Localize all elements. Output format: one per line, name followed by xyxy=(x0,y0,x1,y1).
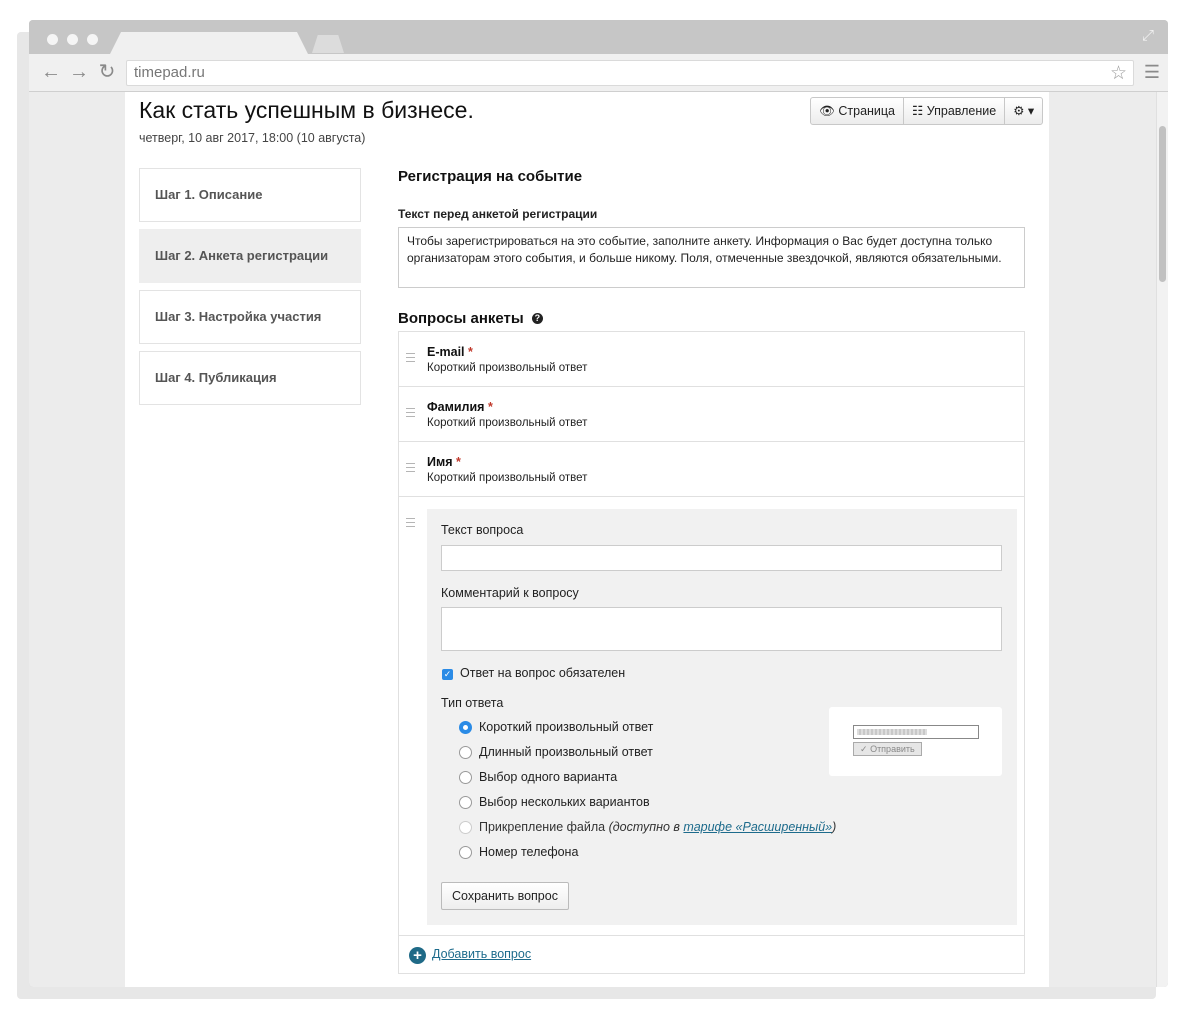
event-title: Как стать успешным в бизнесе. xyxy=(139,97,474,123)
before-form-label: Текст перед анкетой регистрации xyxy=(398,207,598,221)
radio-button[interactable] xyxy=(459,796,472,809)
step-description[interactable]: Шаг 1. Описание xyxy=(139,168,361,222)
preview-submit-button: ✓ Отправить xyxy=(853,742,922,756)
questions-heading: Вопросы анкеты ? xyxy=(398,310,543,327)
page-button-label: Страница xyxy=(838,104,896,118)
vertical-scrollbar[interactable] xyxy=(1156,92,1168,987)
answer-type-label: Тип ответа xyxy=(441,696,504,710)
question-name-text: E-mail xyxy=(427,345,465,359)
back-arrow-icon[interactable]: ← xyxy=(41,62,61,82)
file-note-prefix: (доступно в xyxy=(608,820,684,834)
main-panel: Регистрация на событие Текст перед анкет… xyxy=(398,168,1025,974)
preview-input xyxy=(853,725,979,739)
browser-titlebar: ⤢ xyxy=(29,20,1168,56)
question-editor: Текст вопроса Комментарий к вопросу ✓ От… xyxy=(427,509,1017,925)
question-name: Имя * xyxy=(427,455,461,469)
radio-button[interactable] xyxy=(459,746,472,759)
add-question-link[interactable]: Добавить вопрос xyxy=(432,947,531,961)
top-button-group: 👁 Страница ☷ Управление ⚙ ▾ xyxy=(810,97,1044,125)
drag-handle-icon[interactable] xyxy=(406,353,415,365)
question-name-text: Фамилия xyxy=(427,400,485,414)
radio-button xyxy=(459,821,472,834)
page-button[interactable]: 👁 Страница xyxy=(811,98,905,124)
file-option-note: (доступно в тарифе «Расширенный») xyxy=(609,820,837,834)
answer-type-label: Длинный произвольный ответ xyxy=(479,745,653,759)
new-question-row: Текст вопроса Комментарий к вопросу ✓ От… xyxy=(399,497,1024,936)
answer-type-label: Прикрепление файла (доступно в тарифе «Р… xyxy=(479,820,836,834)
question-name: Фамилия * xyxy=(427,400,493,414)
questions-list: E-mail * Короткий произвольный ответ Фам… xyxy=(398,331,1025,974)
bookmark-star-icon[interactable]: ☆ xyxy=(1110,62,1127,86)
question-type: Короткий произвольный ответ xyxy=(427,362,588,374)
step-publication[interactable]: Шаг 4. Публикация xyxy=(139,351,361,405)
new-tab-button[interactable] xyxy=(312,35,344,53)
browser-window: ⤢ ← → ↻ timepad.ru ☆ ☰ Как стать успешны… xyxy=(29,20,1168,987)
question-name-text: Имя xyxy=(427,455,453,469)
radio-button[interactable] xyxy=(459,721,472,734)
drag-handle-icon[interactable] xyxy=(406,463,415,475)
before-form-textarea[interactable]: Чтобы зарегистрироваться на это событие,… xyxy=(398,227,1025,288)
forward-arrow-icon[interactable]: → xyxy=(69,62,89,82)
step-registration-form[interactable]: Шаг 2. Анкета регистрации xyxy=(139,229,361,283)
radio-button[interactable] xyxy=(459,846,472,859)
question-text-input[interactable] xyxy=(441,545,1002,571)
required-asterisk: * xyxy=(456,455,461,469)
eye-icon: 👁 xyxy=(819,104,835,118)
radio-button[interactable] xyxy=(459,771,472,784)
answer-type-label: Короткий произвольный ответ xyxy=(479,720,654,734)
url-text: timepad.ru xyxy=(134,64,205,81)
plus-circle-icon[interactable]: + xyxy=(409,947,426,964)
answer-type-label: Выбор нескольких вариантов xyxy=(479,795,650,809)
steps-sidebar: Шаг 1. Описание Шаг 2. Анкета регистраци… xyxy=(139,168,361,412)
save-question-button[interactable]: Сохранить вопрос xyxy=(441,882,569,910)
question-name: E-mail * xyxy=(427,345,473,359)
question-item[interactable]: Имя * Короткий произвольный ответ xyxy=(399,442,1024,497)
settings-dropdown-button[interactable]: ⚙ ▾ xyxy=(1005,98,1042,124)
step-participation-settings[interactable]: Шаг 3. Настройка участия xyxy=(139,290,361,344)
question-text-label: Текст вопроса xyxy=(441,523,524,537)
question-item[interactable]: E-mail * Короткий произвольный ответ xyxy=(399,332,1024,387)
event-date: четверг, 10 авг 2017, 18:00 (10 августа) xyxy=(139,131,366,145)
questions-heading-text: Вопросы анкеты xyxy=(398,310,524,327)
browser-tab[interactable] xyxy=(109,32,309,56)
tariff-link[interactable]: тарифе «Расширенный» xyxy=(683,820,832,834)
manage-button-label: Управление xyxy=(926,104,997,118)
gear-icon: ⚙ xyxy=(1013,104,1025,118)
fullscreen-icon[interactable]: ⤢ xyxy=(1142,28,1158,44)
question-type: Короткий произвольный ответ xyxy=(427,472,588,484)
page-content: Как стать успешным в бизнесе. четверг, 1… xyxy=(125,92,1049,987)
help-icon[interactable]: ? xyxy=(531,313,543,324)
add-question-row: + Добавить вопрос xyxy=(399,936,1024,973)
registration-heading: Регистрация на событие xyxy=(398,168,583,185)
caret-down-icon: ▾ xyxy=(1027,104,1035,118)
required-checkbox[interactable]: ✓ xyxy=(442,669,453,680)
file-note-suffix: ) xyxy=(832,820,837,834)
manage-button[interactable]: ☷ Управление xyxy=(904,98,1006,124)
comment-label: Комментарий к вопросу xyxy=(441,586,579,600)
window-maximize-dot[interactable] xyxy=(87,34,98,45)
preview-submit-label: Отправить xyxy=(870,744,915,754)
address-bar[interactable]: timepad.ru ☆ xyxy=(126,60,1134,86)
window-close-dot[interactable] xyxy=(47,34,58,45)
check-icon: ✓ xyxy=(860,744,868,754)
reload-icon[interactable]: ↻ xyxy=(97,62,117,82)
drag-handle-icon[interactable] xyxy=(406,518,415,530)
browser-menu-icon[interactable]: ☰ xyxy=(1144,62,1160,83)
comment-textarea[interactable] xyxy=(441,607,1002,651)
drag-handle-icon[interactable] xyxy=(406,408,415,420)
required-checkbox-label: Ответ на вопрос обязателен xyxy=(460,666,626,680)
required-asterisk: * xyxy=(468,345,473,359)
answer-preview: ✓ Отправить xyxy=(829,707,1002,776)
browser-toolbar: ← → ↻ timepad.ru ☆ ☰ xyxy=(29,54,1168,92)
answer-type-label: Выбор одного варианта xyxy=(479,770,618,784)
page-viewport: Как стать успешным в бизнесе. четверг, 1… xyxy=(29,92,1156,987)
question-item[interactable]: Фамилия * Короткий произвольный ответ xyxy=(399,387,1024,442)
list-icon: ☷ xyxy=(912,104,924,118)
question-type: Короткий произвольный ответ xyxy=(427,417,588,429)
scrollbar-thumb[interactable] xyxy=(1159,126,1166,282)
file-option-label: Прикрепление файла xyxy=(479,820,606,834)
answer-type-label: Номер телефона xyxy=(479,845,579,859)
window-minimize-dot[interactable] xyxy=(67,34,78,45)
required-asterisk: * xyxy=(487,400,493,414)
